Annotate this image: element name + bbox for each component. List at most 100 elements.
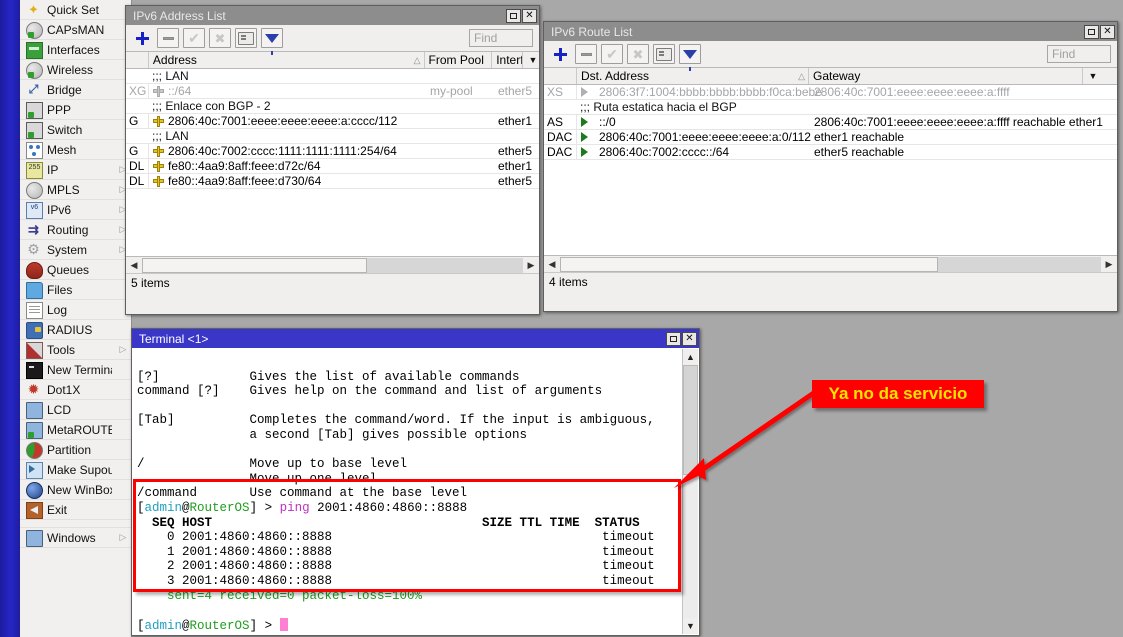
sidebar-item-partition[interactable]: Partition <box>20 440 131 460</box>
route-maximize-button[interactable] <box>1084 25 1099 39</box>
comment-row[interactable]: ;;; Enlace con BGP - 2 <box>126 99 539 114</box>
table-row[interactable]: XG::/64my-poolether5 <box>126 84 539 99</box>
sidebar-item-system[interactable]: ⚙System▷ <box>20 240 131 260</box>
sidebar-item-log[interactable]: Log <box>20 300 131 320</box>
address-hscrollbar[interactable]: ◀ ▶ <box>126 256 539 273</box>
address-col-interface[interactable]: Interf <box>492 52 523 68</box>
sidebar-item-routing[interactable]: ⇉Routing▷ <box>20 220 131 240</box>
sidebar-item-lcd[interactable]: LCD <box>20 400 131 420</box>
row-flags: DL <box>126 159 149 173</box>
route-hscrollbar[interactable]: ◀ ▶ <box>544 255 1117 272</box>
route-close-button[interactable]: ✕ <box>1100 25 1115 39</box>
sidebar-item-tools[interactable]: Tools▷ <box>20 340 131 360</box>
address-hscroll-track[interactable] <box>142 258 523 273</box>
ipv6-address-list-window[interactable]: IPv6 Address List ✕ ✔ ✖ Find Address △ F… <box>125 5 540 315</box>
scroll-right-icon[interactable]: ▶ <box>1101 257 1117 272</box>
table-row[interactable]: G2806:40c:7001:eeee:eeee:eeee:a:cccc/112… <box>126 114 539 129</box>
comment-row[interactable]: ;;; LAN <box>126 69 539 84</box>
table-row[interactable]: DAC2806:40c:7001:eeee:eeee:eeee:a:0/112e… <box>544 130 1117 145</box>
table-row[interactable]: DLfe80::4aa9:8aff:feee:d72c/64ether1 <box>126 159 539 174</box>
disable-button[interactable]: ✖ <box>209 28 231 48</box>
sidebar-item-radius[interactable]: RADIUS <box>20 320 131 340</box>
sidebar-item-new-terminal[interactable]: New Terminal <box>20 360 131 380</box>
sidebar-item-interfaces[interactable]: Interfaces <box>20 40 131 60</box>
enable-button[interactable]: ✔ <box>601 44 623 64</box>
sidebar-item-wireless[interactable]: Wireless <box>20 60 131 80</box>
comment-row[interactable]: ;;; Ruta estatica hacia el BGP <box>544 100 1117 115</box>
terminal-output[interactable]: [?] Gives the list of available commands… <box>133 349 682 634</box>
address-close-button[interactable]: ✕ <box>522 9 537 23</box>
add-button[interactable] <box>549 44 571 64</box>
filter-button[interactable] <box>261 28 283 48</box>
terminal-vscroll-thumb[interactable] <box>683 365 698 475</box>
row-flags: XS <box>544 85 577 99</box>
address-col-from-pool[interactable]: From Pool <box>425 52 493 68</box>
terminal-vscrollbar[interactable]: ▲ ▼ <box>682 349 698 634</box>
scroll-up-icon[interactable]: ▲ <box>683 349 698 365</box>
address-col-address[interactable]: Address △ <box>149 52 425 68</box>
comment-button[interactable] <box>653 44 675 64</box>
sidebar-item-queues[interactable]: Queues <box>20 260 131 280</box>
address-maximize-button[interactable] <box>506 9 521 23</box>
sidebar-item-quick-set[interactable]: ✦Quick Set <box>20 0 131 20</box>
table-row[interactable]: DAC2806:40c:7002:cccc::/64ether5 reachab… <box>544 145 1117 160</box>
route-col-dst-address[interactable]: Dst. Address △ <box>577 68 809 84</box>
table-row[interactable]: G2806:40c:7002:cccc:1111:1111:1111:254/6… <box>126 144 539 159</box>
table-row[interactable]: DLfe80::4aa9:8aff:feee:d730/64ether5 <box>126 174 539 189</box>
disable-button[interactable]: ✖ <box>627 44 649 64</box>
sidebar-item-ppp[interactable]: PPP <box>20 100 131 120</box>
route-col-flags[interactable] <box>544 68 577 84</box>
route-hscroll-track[interactable] <box>560 257 1101 272</box>
sidebar-item-files[interactable]: Files <box>20 280 131 300</box>
gateway-cell: 2806:40c:7001:eeee:eeee:eeee:a:ffff <box>809 85 1083 99</box>
address-text: fe80::4aa9:8aff:feee:d730/64 <box>168 174 321 188</box>
scroll-right-icon[interactable]: ▶ <box>523 258 539 273</box>
scroll-left-icon[interactable]: ◀ <box>126 258 142 273</box>
sidebar-item-windows[interactable]: Windows▷ <box>20 528 131 548</box>
terminal-maximize-button[interactable] <box>666 332 681 346</box>
table-row[interactable]: AS::/02806:40c:7001:eeee:eeee:eeee:a:fff… <box>544 115 1117 130</box>
ipv6-route-list-window[interactable]: IPv6 Route List ✕ ✔ ✖ Find Dst. Address … <box>543 21 1118 312</box>
address-window-titlebar[interactable]: IPv6 Address List ✕ <box>126 6 539 25</box>
address-hscroll-thumb[interactable] <box>142 258 367 273</box>
sidebar-item-label: RADIUS <box>47 323 112 337</box>
comment-row[interactable]: ;;; LAN <box>126 129 539 144</box>
address-col-flags[interactable] <box>126 52 149 68</box>
chevron-down-icon[interactable]: ▼ <box>1083 68 1099 84</box>
sidebar-item-mesh[interactable]: Mesh <box>20 140 131 160</box>
sidebar-item-capsman[interactable]: CAPsMAN <box>20 20 131 40</box>
terminal-titlebar[interactable]: Terminal <1> ✕ <box>132 329 699 348</box>
route-hscroll-thumb[interactable] <box>560 257 938 272</box>
sidebar-item-mpls[interactable]: MPLS▷ <box>20 180 131 200</box>
sidebar-item-dot1x[interactable]: ✹Dot1X <box>20 380 131 400</box>
sidebar-item-switch[interactable]: Switch <box>20 120 131 140</box>
route-window-titlebar[interactable]: IPv6 Route List ✕ <box>544 22 1117 41</box>
address-find-input[interactable]: Find <box>469 29 533 47</box>
sidebar-item-label: Files <box>47 283 112 297</box>
scroll-down-icon[interactable]: ▼ <box>683 618 698 634</box>
terminal-vscroll-track[interactable] <box>683 365 698 618</box>
comment-button[interactable] <box>235 28 257 48</box>
sidebar-item-new-winbox[interactable]: New WinBox <box>20 480 131 500</box>
remove-button[interactable] <box>575 44 597 64</box>
scroll-left-icon[interactable]: ◀ <box>544 257 560 272</box>
sidebar-item-ipv6[interactable]: v6IPv6▷ <box>20 200 131 220</box>
sidebar-item-metarouter[interactable]: MetaROUTER <box>20 420 131 440</box>
terminal-window[interactable]: Terminal <1> ✕ [?] Gives the list of ava… <box>131 328 700 636</box>
sidebar-item-exit[interactable]: Exit <box>20 500 131 520</box>
from-pool-cell <box>426 174 494 188</box>
enable-button[interactable]: ✔ <box>183 28 205 48</box>
route-find-input[interactable]: Find <box>1047 45 1111 63</box>
sidebar-item-bridge[interactable]: ⤢Bridge <box>20 80 131 100</box>
remove-button[interactable] <box>157 28 179 48</box>
sidebar-item-make-supout-rif[interactable]: Make Supout.rif <box>20 460 131 480</box>
filter-button[interactable] <box>679 44 701 64</box>
add-button[interactable] <box>131 28 153 48</box>
chevron-down-icon[interactable]: ▼ <box>523 52 539 68</box>
route-toolbar: ✔ ✖ Find <box>544 41 1117 67</box>
ping-result-row: 3 2001:4860:4860::8888 timeout <box>137 574 655 588</box>
sidebar-item-ip[interactable]: 255IP▷ <box>20 160 131 180</box>
route-col-gateway[interactable]: Gateway <box>809 68 1083 84</box>
terminal-close-button[interactable]: ✕ <box>682 332 697 346</box>
table-row[interactable]: XS2806:3f7:1004:bbbb:bbbb:bbbb:f0ca:bebe… <box>544 85 1117 100</box>
